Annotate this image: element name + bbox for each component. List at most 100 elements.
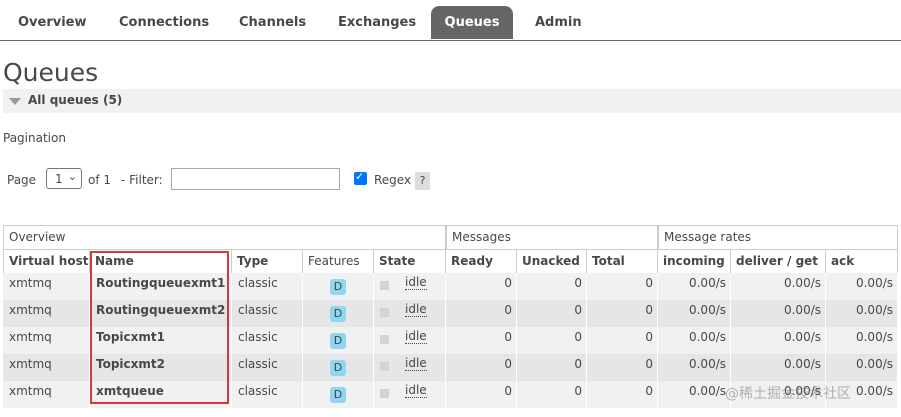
cell-features: D bbox=[303, 273, 374, 300]
state-indicator-icon bbox=[380, 389, 389, 398]
col-deliver-get[interactable]: deliver / get bbox=[731, 249, 826, 273]
cell-total: 0 bbox=[587, 300, 658, 327]
cell-type: classic bbox=[232, 354, 303, 381]
cell-features: D bbox=[303, 354, 374, 381]
regex-help-button[interactable]: ? bbox=[415, 172, 430, 190]
regex-checkbox[interactable]: ✓ bbox=[354, 170, 367, 185]
col-features: Features bbox=[303, 249, 374, 273]
cell-features: D bbox=[303, 381, 374, 408]
col-total[interactable]: Total bbox=[587, 249, 658, 273]
table-row: xmtmq Topicxmt2 classic Didle 0 0 0 0.00/s 0.00/… bbox=[3, 354, 898, 381]
col-ready[interactable]: Ready bbox=[446, 249, 517, 273]
state-text: idle bbox=[405, 383, 427, 398]
cell-unacked: 0 bbox=[517, 381, 587, 408]
cell-virtual-host: xmtmq bbox=[3, 300, 90, 327]
cell-queue-name[interactable]: xmtqueue bbox=[90, 381, 232, 408]
cell-incoming: 0.00/s bbox=[658, 327, 731, 354]
chevron-down-icon: ⌄ bbox=[67, 170, 77, 183]
cell-total: 0 bbox=[587, 381, 658, 408]
durable-badge: D bbox=[330, 360, 346, 376]
pagination-controls: Page 1 ⌄ of 1 - Filter: ✓ Regex ? bbox=[7, 168, 437, 192]
cell-ready: 0 bbox=[446, 381, 517, 408]
cell-total: 0 bbox=[587, 273, 658, 300]
table-row: xmtmq Topicxmt1 classic Didle 0 0 0 0.00/s 0.00/… bbox=[3, 327, 898, 354]
col-state[interactable]: State bbox=[374, 249, 446, 273]
tab-channels[interactable]: Channels bbox=[239, 6, 306, 39]
cell-unacked: 0 bbox=[517, 300, 587, 327]
state-indicator-icon bbox=[380, 362, 389, 371]
cell-deliver-get: 0.00/s bbox=[731, 327, 826, 354]
col-name[interactable]: Name bbox=[90, 249, 232, 273]
col-incoming[interactable]: incoming bbox=[658, 249, 731, 273]
durable-badge: D bbox=[330, 306, 346, 322]
state-indicator-icon bbox=[380, 281, 389, 290]
tab-overview[interactable]: Overview bbox=[18, 6, 87, 39]
cell-deliver-get: 0.00/s bbox=[731, 273, 826, 300]
cell-total: 0 bbox=[587, 327, 658, 354]
cell-unacked: 0 bbox=[517, 273, 587, 300]
page-title: Queues bbox=[3, 58, 99, 87]
cell-ack: 0.00/s bbox=[826, 300, 898, 327]
cell-ack: 0.00/s bbox=[826, 273, 898, 300]
tab-connections[interactable]: Connections bbox=[119, 6, 209, 39]
durable-badge: D bbox=[330, 387, 346, 403]
all-queues-toggle[interactable]: All queues (5) bbox=[3, 89, 901, 113]
state-text: idle bbox=[405, 275, 427, 290]
cell-virtual-host: xmtmq bbox=[3, 273, 90, 300]
cell-ready: 0 bbox=[446, 327, 517, 354]
table-row: xmtmq Routingqueuexmt1 classic Didle 0 0 0 0.00… bbox=[3, 273, 898, 300]
watermark: @稀土掘金技术社区 bbox=[725, 386, 851, 402]
check-icon: ✓ bbox=[355, 170, 365, 183]
group-header-message-rates: Message rates bbox=[658, 225, 898, 249]
cell-state: idle bbox=[374, 381, 446, 408]
filter-input[interactable] bbox=[171, 168, 340, 190]
table-row: xmtmq Routingqueuexmt2 classic Didle 0 0 0 0.00… bbox=[3, 300, 898, 327]
tab-admin[interactable]: Admin bbox=[535, 6, 582, 39]
durable-badge: D bbox=[330, 279, 346, 295]
col-virtual-host[interactable]: Virtual host bbox=[3, 249, 90, 273]
page-select-value: 1 bbox=[55, 172, 63, 186]
cell-type: classic bbox=[232, 273, 303, 300]
cell-unacked: 0 bbox=[517, 354, 587, 381]
cell-queue-name[interactable]: Topicxmt2 bbox=[90, 354, 232, 381]
cell-total: 0 bbox=[587, 354, 658, 381]
cell-unacked: 0 bbox=[517, 327, 587, 354]
cell-queue-name[interactable]: Routingqueuexmt2 bbox=[90, 300, 232, 327]
page-select[interactable]: 1 ⌄ bbox=[46, 168, 82, 189]
nav-tabs: Overview Connections Channels Exchanges … bbox=[0, 0, 901, 41]
state-indicator-icon bbox=[380, 335, 389, 344]
state-text: idle bbox=[405, 302, 427, 317]
state-indicator-icon bbox=[380, 308, 389, 317]
cell-ready: 0 bbox=[446, 273, 517, 300]
cell-state: idle bbox=[374, 300, 446, 327]
tab-queues[interactable]: Queues bbox=[431, 6, 513, 39]
cell-incoming: 0.00/s bbox=[658, 273, 731, 300]
cell-state: idle bbox=[374, 354, 446, 381]
cell-queue-name[interactable]: Topicxmt1 bbox=[90, 327, 232, 354]
section-label: All queues (5) bbox=[28, 93, 123, 107]
cell-ack: 0.00/s bbox=[826, 327, 898, 354]
cell-queue-name[interactable]: Routingqueuexmt1 bbox=[90, 273, 232, 300]
col-unacked[interactable]: Unacked bbox=[517, 249, 587, 273]
cell-type: classic bbox=[232, 381, 303, 408]
cell-incoming: 0.00/s bbox=[658, 354, 731, 381]
state-text: idle bbox=[405, 329, 427, 344]
cell-virtual-host: xmtmq bbox=[3, 354, 90, 381]
durable-badge: D bbox=[330, 333, 346, 349]
tab-exchanges[interactable]: Exchanges bbox=[338, 6, 416, 39]
cell-virtual-host: xmtmq bbox=[3, 327, 90, 354]
col-ack[interactable]: ack bbox=[826, 249, 898, 273]
collapse-triangle-icon bbox=[9, 98, 21, 105]
cell-ready: 0 bbox=[446, 354, 517, 381]
cell-ack: 0.00/s bbox=[826, 354, 898, 381]
cell-type: classic bbox=[232, 327, 303, 354]
cell-type: classic bbox=[232, 300, 303, 327]
cell-features: D bbox=[303, 327, 374, 354]
filter-label: - Filter: bbox=[121, 173, 163, 187]
cell-state: idle bbox=[374, 273, 446, 300]
col-type[interactable]: Type bbox=[232, 249, 303, 273]
cell-features: D bbox=[303, 300, 374, 327]
state-text: idle bbox=[405, 356, 427, 371]
cell-ready: 0 bbox=[446, 300, 517, 327]
cell-deliver-get: 0.00/s bbox=[731, 300, 826, 327]
